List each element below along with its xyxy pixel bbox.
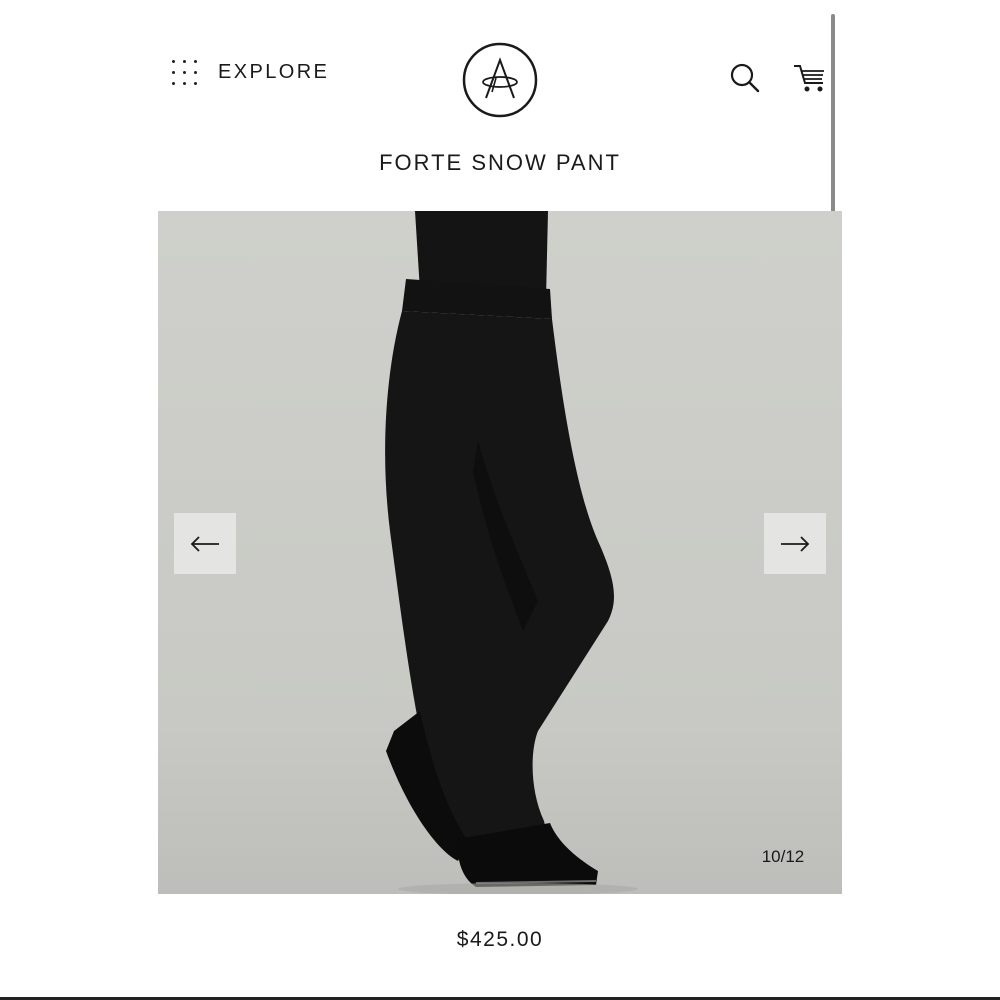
image-counter: 10/12 xyxy=(761,847,805,866)
explore-menu-button[interactable]: EXPLORE xyxy=(172,60,329,85)
previous-image-button[interactable] xyxy=(174,513,236,574)
scrollbar[interactable] xyxy=(831,14,835,226)
grid-dots-icon xyxy=(172,60,202,85)
cart-icon[interactable] xyxy=(793,62,827,94)
explore-label: EXPLORE xyxy=(218,61,330,83)
brand-logo[interactable] xyxy=(462,42,538,118)
search-icon[interactable] xyxy=(729,62,761,94)
product-title: FORTE SNOW PANT xyxy=(379,150,621,175)
arrow-right-icon xyxy=(781,535,810,552)
product-image-gallery[interactable]: 10/12 xyxy=(158,211,842,894)
arrow-left-icon xyxy=(190,535,219,552)
product-price: $425.00 xyxy=(456,928,544,951)
site-header: EXPLORE FORTE SNOW PANT xyxy=(0,0,1000,226)
next-image-button[interactable] xyxy=(764,513,826,574)
product-photo xyxy=(158,211,842,894)
